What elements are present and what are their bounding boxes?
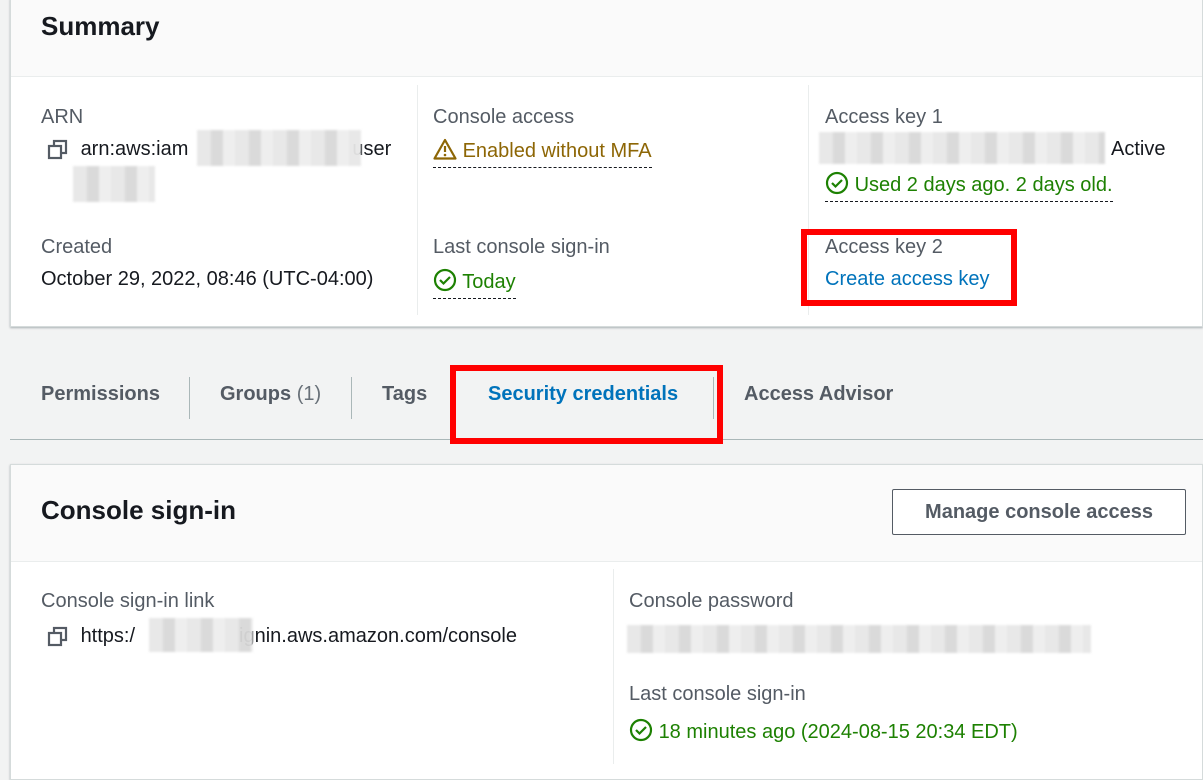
signin-link-suffix: ignin.aws.amazon.com/console [239, 625, 517, 647]
summary-divider-2 [808, 85, 809, 315]
access-key2-label: Access key 2 [825, 236, 943, 258]
console-signin-title: Console sign-in [41, 495, 236, 525]
signin-link-redacted [149, 618, 253, 652]
signin-link-prefix: https:/ [80, 625, 136, 647]
console-access-text: Enabled without MFA [462, 140, 652, 162]
copy-icon[interactable] [47, 626, 69, 648]
last-signin-value[interactable]: Today [433, 268, 516, 299]
console-signin-header: Console sign-in Manage console access [11, 465, 1202, 562]
arn-prefix: arn:aws:iam [80, 138, 189, 160]
tab-groups[interactable]: Groups (1) [220, 383, 321, 406]
access-key1-label: Access key 1 [825, 106, 943, 128]
summary-title: Summary [41, 11, 160, 41]
create-access-key-link[interactable]: Create access key [825, 268, 990, 291]
signin-link-value: https:/ ignin.aws.amazon.com/console [47, 625, 517, 648]
summary-header: Summary [11, 0, 1202, 77]
created-value: October 29, 2022, 08:46 (UTC-04:00) [41, 268, 374, 290]
access-key1-usage-text: Used 2 days ago. 2 days old. [854, 174, 1113, 196]
console-access-value[interactable]: Enabled without MFA [433, 138, 652, 168]
tab-separator [351, 377, 352, 419]
check-circle-icon [433, 268, 457, 292]
console-last-signin-value: 18 minutes ago (2024-08-15 20:34 EDT) [629, 718, 1018, 744]
tab-groups-count: (1) [296, 383, 322, 405]
last-signin-text: Today [462, 271, 516, 293]
tab-tags[interactable]: Tags [382, 383, 427, 406]
warning-icon [433, 138, 457, 160]
console-password-label: Console password [629, 590, 794, 612]
signin-link-label: Console sign-in link [41, 590, 215, 612]
console-last-signin-text: 18 minutes ago (2024-08-15 20:34 EDT) [658, 721, 1018, 743]
console-password-redacted [627, 625, 1091, 653]
summary-panel: Summary ARN arn:aws:iam user Created Octo… [10, 0, 1203, 327]
summary-divider-1 [417, 85, 418, 315]
console-signin-panel: Console sign-in Manage console access Co… [10, 464, 1203, 780]
check-circle-icon [629, 718, 653, 742]
arn-redacted [197, 130, 361, 166]
console-signin-divider [613, 569, 614, 764]
arn-redacted-2 [73, 166, 155, 202]
manage-console-access-button[interactable]: Manage console access [892, 489, 1186, 535]
tab-security-credentials[interactable]: Security credentials [488, 383, 678, 406]
access-key1-usage[interactable]: Used 2 days ago. 2 days old. [825, 171, 1113, 202]
access-key1-status: Active [1111, 138, 1166, 160]
tab-separator [713, 377, 714, 419]
check-circle-icon [825, 171, 849, 195]
tab-bar: Permissions Groups (1) Tags Security cre… [10, 355, 1203, 440]
access-key1-redacted [819, 132, 1105, 164]
created-label: Created [41, 236, 113, 258]
console-access-label: Console access [433, 106, 575, 128]
copy-icon[interactable] [47, 139, 69, 161]
tab-separator [189, 377, 190, 419]
tab-permissions[interactable]: Permissions [41, 383, 160, 406]
tab-groups-label: Groups [220, 383, 292, 405]
tab-access-advisor[interactable]: Access Advisor [744, 383, 893, 406]
last-signin-label: Last console sign-in [433, 236, 610, 258]
arn-label: ARN [41, 106, 84, 128]
console-last-signin-label: Last console sign-in [629, 683, 806, 705]
